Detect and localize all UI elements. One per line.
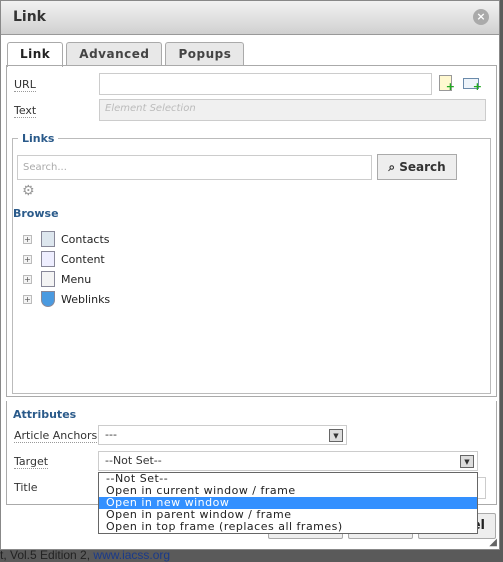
search-icon: ⌕ <box>388 160 396 174</box>
tab-advanced[interactable]: Advanced <box>66 42 163 66</box>
tree-label: Menu <box>61 272 92 286</box>
expand-icon[interactable]: + <box>23 234 32 244</box>
search-button-label: Search <box>399 160 446 174</box>
dialog-header[interactable]: Link × <box>1 1 499 35</box>
close-icon[interactable]: × <box>473 9 489 25</box>
gear-icon[interactable]: ⚙ <box>22 183 35 199</box>
search-button[interactable]: ⌕ Search <box>377 154 457 180</box>
target-option[interactable]: Open in top frame (replaces all frames) <box>99 521 477 533</box>
tree-item-weblinks[interactable]: + Weblinks <box>23 289 110 309</box>
links-legend: Links <box>18 132 59 145</box>
tree-item-content[interactable]: + Content <box>23 249 110 269</box>
contacts-icon <box>41 231 55 247</box>
tab-popups[interactable]: Popups <box>165 42 245 66</box>
tree-item-menu[interactable]: + Menu <box>23 269 110 289</box>
target-dropdown-list: --Not Set-- Open in current window / fra… <box>98 472 478 534</box>
search-input[interactable]: Search... <box>17 155 372 180</box>
expand-icon[interactable]: + <box>23 274 32 284</box>
background-link[interactable]: www.iacss.org <box>93 548 170 562</box>
weblinks-icon <box>41 291 55 307</box>
menu-icon <box>41 271 55 287</box>
tab-bar: Link Advanced Popups <box>7 42 245 67</box>
resize-handle-icon[interactable]: ◢ <box>489 537 497 548</box>
browse-tree: + Contacts + Content + Menu + Weblinks <box>23 229 110 309</box>
dialog-title: Link <box>13 9 46 25</box>
browse-heading: Browse <box>13 207 59 220</box>
content-icon <box>41 251 55 267</box>
tree-label: Contacts <box>61 232 110 246</box>
tree-label: Weblinks <box>61 292 111 306</box>
tree-label: Content <box>61 252 105 266</box>
expand-icon[interactable]: + <box>23 294 32 304</box>
background-caption: t, Vol.5 Edition 2, <box>0 548 94 562</box>
url-input[interactable] <box>99 73 432 95</box>
url-label: URL <box>14 78 36 92</box>
add-email-link-icon[interactable]: + <box>463 78 482 93</box>
text-label: Text <box>14 104 37 118</box>
tab-link[interactable]: Link <box>7 42 64 67</box>
link-dialog: Link × Link Advanced Popups URL + + Text… <box>0 0 500 550</box>
text-input[interactable]: Element Selection <box>99 99 486 121</box>
add-document-link-icon[interactable]: + <box>439 75 455 93</box>
expand-icon[interactable]: + <box>23 254 32 264</box>
tree-item-contacts[interactable]: + Contacts <box>23 229 110 249</box>
background-text: t, Vol.5 Edition 2, www.iacss.org <box>0 548 170 562</box>
